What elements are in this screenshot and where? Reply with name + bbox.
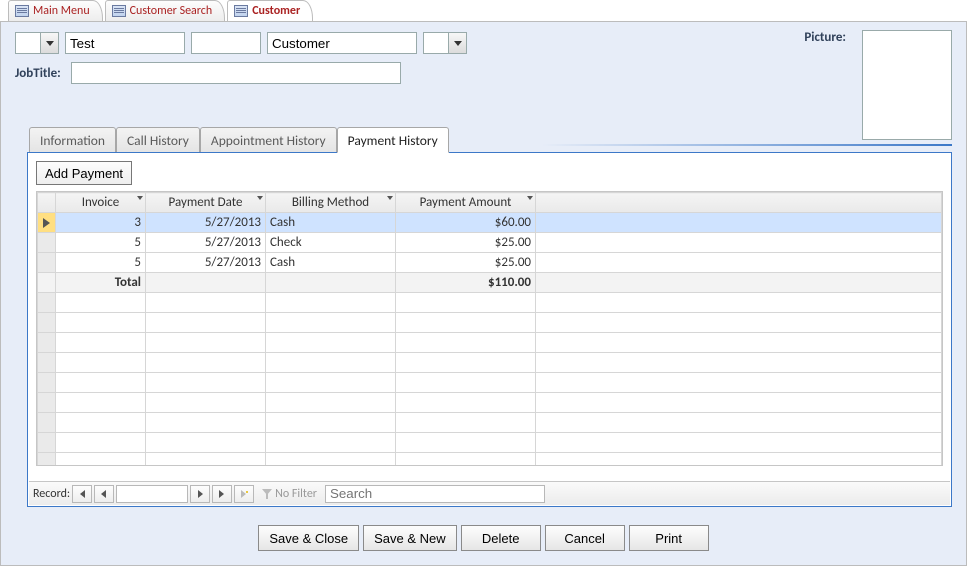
cell-empty — [146, 273, 266, 293]
select-all-cell[interactable] — [38, 193, 56, 213]
table-row-empty — [38, 393, 942, 413]
nav-prev-button[interactable] — [94, 485, 114, 503]
col-payment-amount[interactable]: Payment Amount — [396, 193, 536, 213]
divider — [542, 144, 952, 146]
record-number-field[interactable] — [116, 485, 188, 503]
tab-payment-history[interactable]: Payment History — [337, 127, 449, 153]
window-tab-label: Customer — [252, 4, 300, 18]
table-row-empty — [38, 353, 942, 373]
chevron-down-icon[interactable] — [527, 196, 533, 200]
tab-appointment-history[interactable]: Appointment History — [200, 127, 337, 153]
row-selector[interactable] — [38, 253, 56, 273]
cell-date[interactable]: 5/27/2013 — [146, 233, 266, 253]
window-tab-customer[interactable]: Customer — [227, 0, 313, 21]
picture-label: Picture: — [804, 30, 846, 45]
cell-method[interactable]: Cash — [266, 213, 396, 233]
table-row-empty — [38, 433, 942, 453]
picture-box[interactable] — [862, 30, 952, 140]
cell-invoice[interactable]: 3 — [56, 213, 146, 233]
first-name-field[interactable] — [65, 32, 185, 54]
delete-button[interactable]: Delete — [461, 525, 541, 551]
customer-form: JobTitle: Picture: Information Call Hist… — [0, 22, 967, 566]
filter-indicator[interactable]: No Filter — [262, 487, 317, 501]
funnel-icon — [262, 489, 272, 499]
table-row[interactable]: 5 5/27/2013 Check $25.00 — [38, 233, 942, 253]
row-selector[interactable] — [38, 233, 56, 253]
chevron-down-icon[interactable] — [257, 196, 263, 200]
cell-spacer — [536, 233, 942, 253]
cancel-button[interactable]: Cancel — [545, 525, 625, 551]
jobtitle-field[interactable] — [71, 62, 401, 84]
nav-last-button[interactable] — [212, 485, 232, 503]
cell-date[interactable]: 5/27/2013 — [146, 253, 266, 273]
tab-information[interactable]: Information — [29, 127, 116, 153]
detail-tabs: Information Call History Appointment His… — [29, 126, 449, 152]
col-billing-method[interactable]: Billing Method — [266, 193, 396, 213]
cell-date[interactable]: 5/27/2013 — [146, 213, 266, 233]
cell-amount[interactable]: $60.00 — [396, 213, 536, 233]
chevron-down-icon[interactable] — [137, 196, 143, 200]
table-row[interactable]: 5 5/27/2013 Cash $25.00 — [38, 253, 942, 273]
nav-new-button[interactable] — [234, 485, 254, 503]
search-input[interactable] — [325, 485, 545, 503]
chevron-down-icon[interactable] — [40, 33, 58, 53]
chevron-down-icon[interactable] — [448, 33, 466, 53]
window-tab-main-menu[interactable]: Main Menu — [8, 0, 103, 21]
total-row: Total $110.00 — [38, 273, 942, 293]
middle-name-field[interactable] — [191, 32, 261, 54]
add-payment-button[interactable]: Add Payment — [36, 161, 132, 185]
tab-call-history[interactable]: Call History — [116, 127, 200, 153]
cell-spacer — [536, 253, 942, 273]
last-name-field[interactable] — [267, 32, 417, 54]
cell-invoice[interactable]: 5 — [56, 233, 146, 253]
chevron-down-icon[interactable] — [387, 196, 393, 200]
cell-amount[interactable]: $25.00 — [396, 233, 536, 253]
payments-table: Invoice Payment Date Billing Method Paym… — [37, 192, 942, 466]
col-invoice[interactable]: Invoice — [56, 193, 146, 213]
cell-spacer — [536, 213, 942, 233]
table-row-empty — [38, 313, 942, 333]
cell-amount[interactable]: $25.00 — [396, 253, 536, 273]
cell-empty — [266, 273, 396, 293]
cell-spacer — [536, 273, 942, 293]
window-tab-customer-search[interactable]: Customer Search — [105, 0, 226, 21]
table-row-empty — [38, 373, 942, 393]
row-selector — [38, 273, 56, 293]
row-selector[interactable] — [38, 213, 56, 233]
cell-method[interactable]: Cash — [266, 253, 396, 273]
window-tab-label: Customer Search — [130, 4, 213, 18]
record-navigator: Record: No Filter — [29, 481, 950, 505]
payments-grid: Invoice Payment Date Billing Method Paym… — [36, 191, 943, 466]
cell-total-label: Total — [56, 273, 146, 293]
table-row[interactable]: 3 5/27/2013 Cash $60.00 — [38, 213, 942, 233]
jobtitle-row: JobTitle: — [15, 62, 952, 84]
cell-total-amount: $110.00 — [396, 273, 536, 293]
table-row-empty — [38, 413, 942, 433]
window-tab-bar: Main Menu Customer Search Customer — [0, 0, 967, 22]
form-icon — [15, 5, 29, 17]
title-combo[interactable] — [15, 32, 59, 54]
form-icon — [112, 5, 126, 17]
save-new-button[interactable]: Save & New — [363, 525, 457, 551]
cell-invoice[interactable]: 5 — [56, 253, 146, 273]
col-payment-date[interactable]: Payment Date — [146, 193, 266, 213]
print-button[interactable]: Print — [629, 525, 709, 551]
record-label: Record: — [33, 487, 70, 501]
form-icon — [234, 5, 248, 17]
suffix-combo[interactable] — [423, 32, 467, 54]
nav-next-button[interactable] — [190, 485, 210, 503]
table-row-empty — [38, 293, 942, 313]
window-tab-label: Main Menu — [33, 4, 90, 18]
save-close-button[interactable]: Save & Close — [258, 525, 359, 551]
cell-method[interactable]: Check — [266, 233, 396, 253]
table-row-empty — [38, 333, 942, 353]
jobtitle-label: JobTitle: — [15, 66, 61, 81]
col-spacer — [536, 193, 942, 213]
table-row-empty — [38, 453, 942, 467]
form-action-buttons: Save & Close Save & New Delete Cancel Pr… — [1, 525, 966, 551]
payment-history-panel: Add Payment Invoice Payment Date Billing… — [27, 152, 952, 507]
nav-first-button[interactable] — [72, 485, 92, 503]
